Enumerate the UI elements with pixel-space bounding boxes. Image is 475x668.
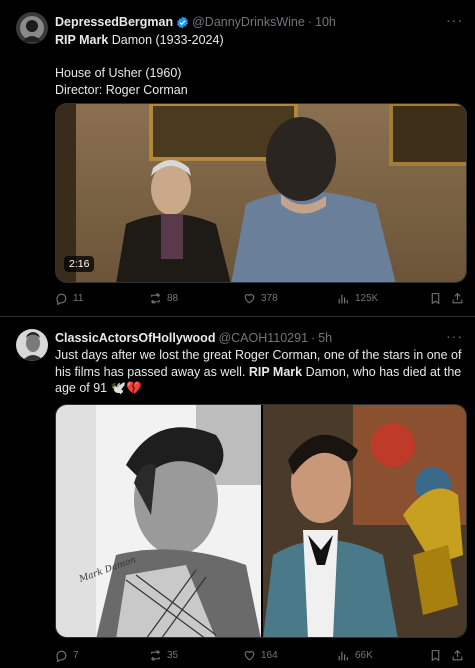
share-button[interactable] [451, 649, 464, 662]
timestamp[interactable]: 10h [315, 15, 336, 29]
video-duration: 2:16 [64, 256, 95, 272]
like-count: 164 [261, 650, 278, 661]
display-name[interactable]: ClassicActorsOfHollywood [55, 331, 215, 345]
views-button[interactable]: 125K [337, 292, 378, 305]
reply-button[interactable]: 11 [55, 292, 83, 305]
repost-button[interactable]: 88 [149, 292, 178, 305]
text-line: House of Usher (1960) [55, 66, 182, 80]
repost-icon [150, 293, 161, 304]
bookmark-button[interactable] [429, 649, 442, 662]
separator-dot: · [307, 15, 313, 29]
tweet-1[interactable]: DepressedBergman @DannyDrinksWine · 10h … [0, 0, 475, 317]
repost-count: 88 [167, 293, 179, 304]
emoji: 🕊️💔 [110, 381, 142, 395]
tweet-actions: 11 88 378 125K [55, 292, 465, 308]
share-icon [452, 649, 463, 661]
timestamp[interactable]: 5h [318, 331, 332, 345]
tweet-header: ClassicActorsOfHollywood @CAOH110291 · 5… [55, 331, 332, 345]
tweet-text: RIP Mark Damon (1933-2024) House of Ushe… [55, 32, 460, 98]
avatar[interactable] [16, 12, 48, 44]
photo-2[interactable] [263, 405, 466, 637]
user-handle[interactable]: @DannyDrinksWine [192, 15, 305, 29]
like-button[interactable]: 378 [243, 292, 278, 305]
text-line: Director: Roger Corman [55, 82, 188, 97]
reply-icon [56, 650, 67, 662]
views-button[interactable]: 66K [337, 649, 373, 662]
analytics-icon [338, 294, 348, 304]
share-icon [452, 292, 463, 304]
tweet-actions: 7 35 164 66K [55, 649, 465, 665]
reply-count: 11 [73, 293, 84, 304]
tweet-text: Just days after we lost the great Roger … [55, 347, 463, 397]
analytics-icon [338, 651, 348, 661]
text-part: Damon (1933-2024) [108, 33, 224, 47]
reply-button[interactable]: 7 [55, 649, 79, 662]
video-player[interactable]: 2:16 [55, 103, 467, 283]
heart-icon [244, 294, 255, 304]
heart-icon [244, 651, 255, 661]
share-button[interactable] [451, 292, 464, 305]
reply-count: 7 [73, 650, 79, 661]
bold-text: RIP Mark [248, 364, 303, 379]
like-button[interactable]: 164 [243, 649, 278, 662]
user-handle[interactable]: @CAOH110291 [218, 331, 308, 345]
like-count: 378 [261, 293, 278, 304]
separator-dot: · [311, 331, 316, 345]
display-name[interactable]: DepressedBergman [55, 15, 173, 29]
repost-button[interactable]: 35 [149, 649, 178, 662]
tweet-header: DepressedBergman @DannyDrinksWine · 10h [55, 15, 336, 29]
video-frame [56, 104, 466, 282]
repost-count: 35 [167, 650, 179, 661]
bookmark-button[interactable] [429, 292, 442, 305]
tweet-2[interactable]: ClassicActorsOfHollywood @CAOH110291 · 5… [0, 317, 475, 668]
bookmark-icon [431, 293, 440, 305]
reply-icon [56, 293, 67, 305]
repost-icon [150, 650, 161, 661]
avatar[interactable] [16, 329, 48, 361]
bold-text: RIP Mark [55, 33, 109, 47]
view-count: 125K [355, 293, 379, 304]
bookmark-icon [431, 650, 440, 662]
more-options-button[interactable]: ··· [446, 12, 463, 28]
verified-icon [176, 16, 189, 29]
photo-grid: Mark Damon [55, 404, 467, 638]
photo-1[interactable]: Mark Damon [56, 405, 261, 637]
view-count: 66K [355, 650, 373, 661]
more-options-button[interactable]: ··· [446, 328, 463, 344]
